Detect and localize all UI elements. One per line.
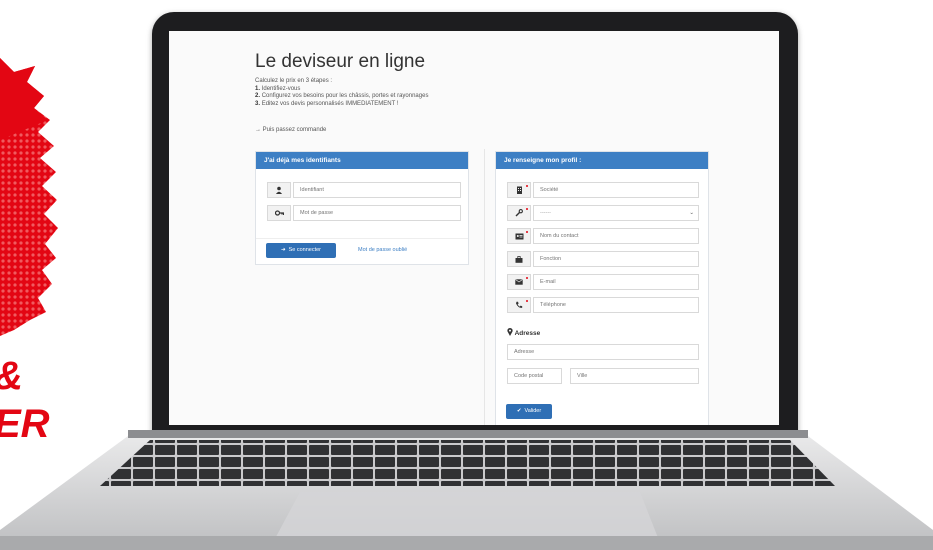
briefcase-icon (507, 251, 531, 267)
sign-in-icon: ➜ (280, 247, 286, 253)
required-marker (526, 185, 528, 187)
user-icon (267, 182, 291, 198)
step-number: 3. (255, 100, 261, 107)
login-button-label: Se connecter (288, 247, 322, 253)
contact-card-icon (507, 228, 531, 244)
contact-row (507, 228, 699, 244)
then-order-text: → Puis passez commande (255, 127, 327, 133)
step-text: Configurez vos besoins pour les châssis,… (261, 93, 429, 100)
building-icon (507, 182, 531, 198)
panel-divider (256, 238, 468, 239)
address-input[interactable] (507, 344, 699, 360)
company-input[interactable] (533, 182, 699, 198)
profile-panel: Je renseigne mon profil : ------ ⌄ (495, 151, 709, 425)
key-icon (267, 205, 291, 221)
step-number: 1. (255, 85, 261, 92)
submit-button-label: Valider (524, 408, 542, 414)
page-title: Le deviseur en ligne (255, 51, 426, 72)
address-label: Adresse (514, 330, 541, 337)
type-select[interactable]: ------ ⌄ (533, 205, 699, 221)
wrench-icon (507, 205, 531, 221)
username-row (267, 182, 461, 198)
email-input[interactable] (533, 274, 699, 290)
map-marker-icon (507, 328, 515, 337)
password-row (267, 205, 461, 221)
column-divider (484, 149, 485, 425)
submit-button[interactable]: ✔ Valider (506, 404, 552, 419)
step-1: 1. Identifiez-vous (255, 86, 428, 94)
brand-text-fragment-1: & (0, 356, 23, 396)
intro-line: Calculez le prix en 3 étapes : (255, 78, 333, 84)
company-row (507, 182, 699, 198)
login-panel-header: J'ai déjà mes identifiants (256, 152, 468, 169)
required-marker (526, 208, 528, 210)
required-marker (526, 300, 528, 302)
envelope-icon (507, 274, 531, 290)
step-text: Identifiez-vous (261, 85, 301, 92)
phone-input[interactable] (533, 297, 699, 313)
type-row: ------ ⌄ (507, 205, 699, 221)
forgot-password-link[interactable]: Mot de passe oublié (358, 247, 407, 253)
browser-screen: Le deviseur en ligne Calculez le prix en… (169, 31, 779, 425)
step-2: 2. Configurez vos besoins pour les châss… (255, 93, 428, 101)
required-marker (526, 231, 528, 233)
chevron-down-icon: ⌄ (689, 210, 694, 216)
phone-icon (507, 297, 531, 313)
address-section-label: Adresse (507, 328, 540, 337)
contact-input[interactable] (533, 228, 699, 244)
step-number: 2. (255, 93, 261, 100)
profile-panel-header: Je renseigne mon profil : (496, 152, 708, 169)
step-3: 3. Editez vos devis personnalisés IMMEDI… (255, 101, 428, 109)
type-selected-value: ------ (540, 210, 551, 216)
password-input[interactable] (293, 205, 461, 221)
check-icon: ✔ (516, 408, 522, 414)
city-input[interactable] (570, 368, 699, 384)
login-button[interactable]: ➜ Se connecter (266, 243, 336, 258)
phone-row (507, 297, 699, 313)
laptop-keyboard-base (0, 430, 933, 550)
email-row (507, 274, 699, 290)
function-row (507, 251, 699, 267)
login-panel: J'ai déjà mes identifiants ➜Se connecter… (255, 151, 469, 265)
username-input[interactable] (293, 182, 461, 198)
postcode-input[interactable] (507, 368, 562, 384)
step-text: Editez vos devis personnalisés IMMEDIATE… (261, 100, 399, 107)
function-input[interactable] (533, 251, 699, 267)
intro-text: Calculez le prix en 3 étapes : 1. Identi… (255, 78, 428, 108)
required-marker (526, 277, 528, 279)
